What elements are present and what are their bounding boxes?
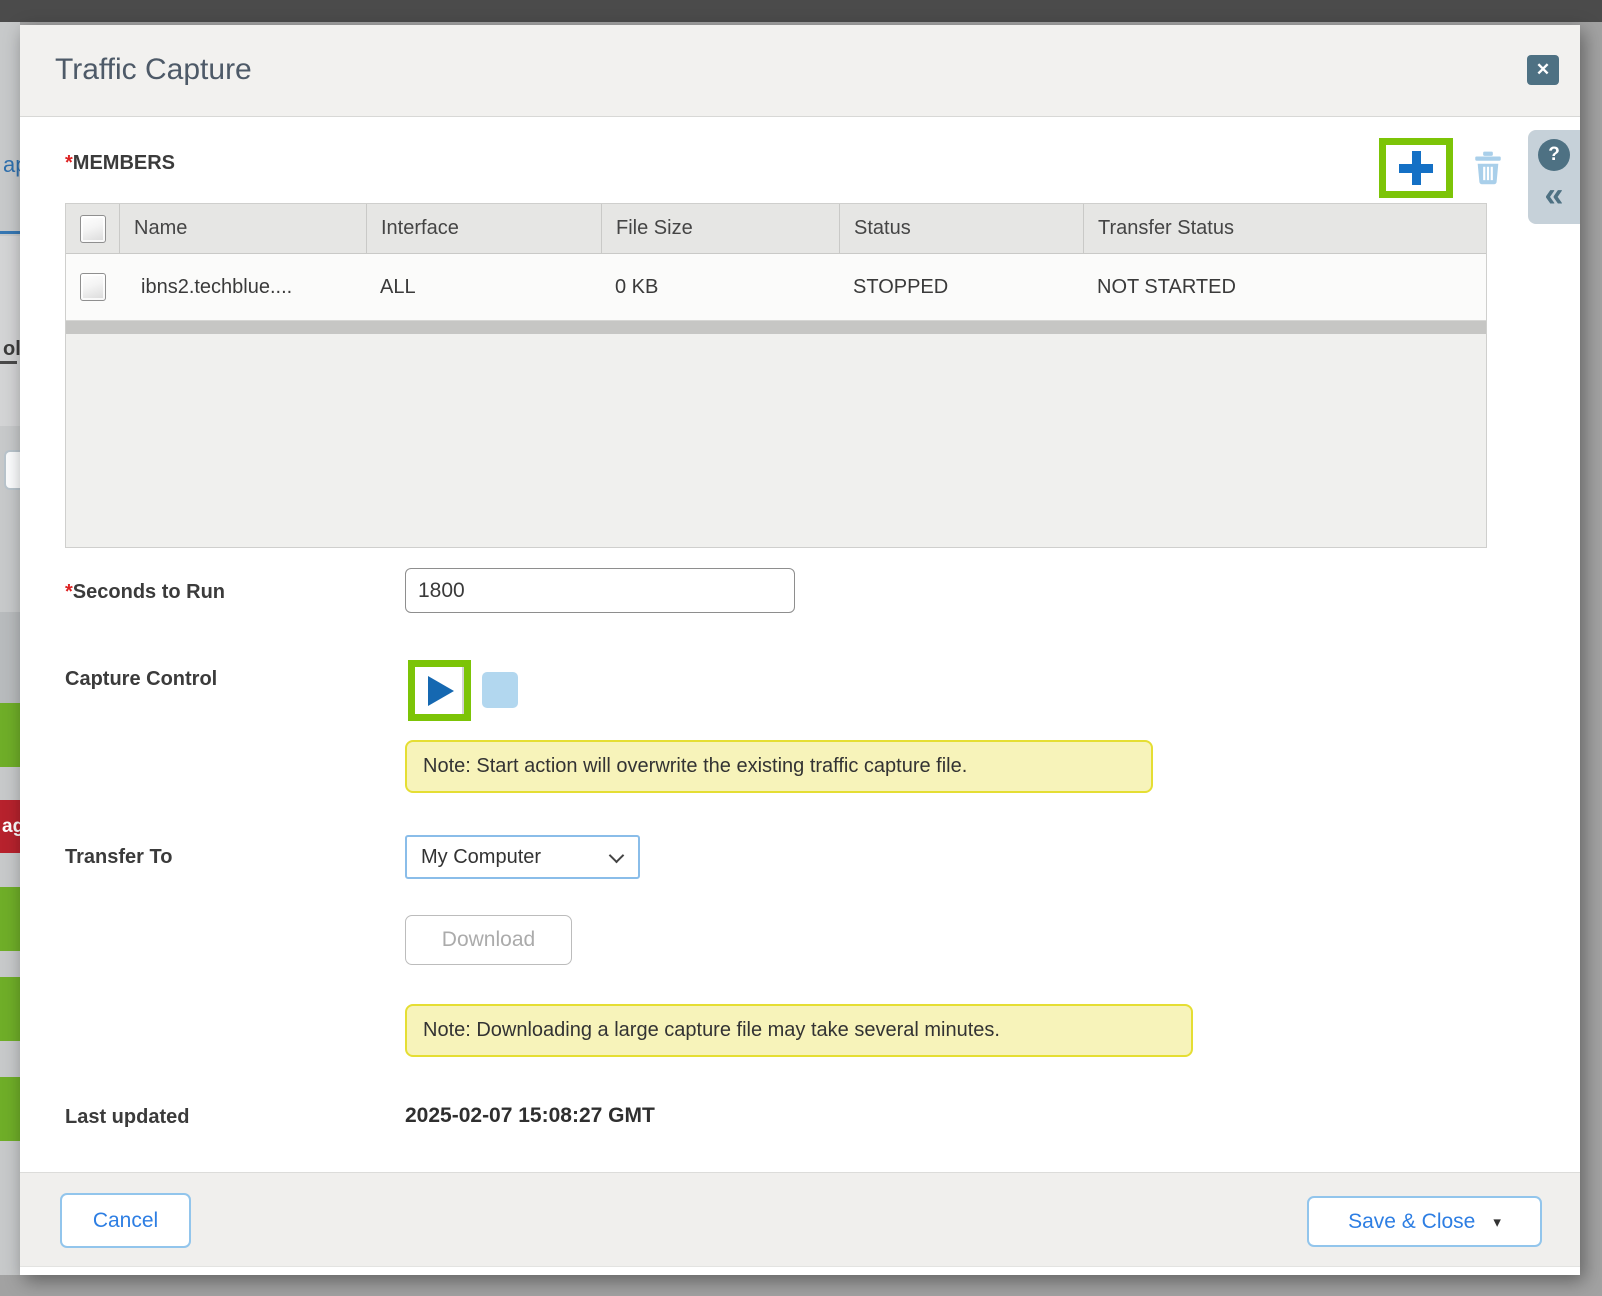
background-tab-fragment: ol [0,338,17,364]
background-status-bar-green [0,887,20,951]
cell-file-size: 0 KB [601,254,839,320]
row-checkbox[interactable] [80,273,106,301]
collapse-icon[interactable]: « [1538,176,1570,214]
download-note: Note: Downloading a large capture file m… [405,1004,1193,1057]
table-row[interactable]: ibns2.techblue.... ALL 0 KB STOPPED NOT … [66,254,1486,320]
play-icon [428,676,454,706]
members-label: *MEMBERS [65,152,175,175]
last-updated-label: Last updated [65,1106,189,1129]
background-panel-fragment [0,236,20,426]
download-button[interactable]: Download [405,915,572,965]
background-status-bar-green [0,1077,20,1141]
column-header-name: Name [119,204,366,253]
background-link-fragment: ap [0,152,20,178]
dialog-footer: Cancel Save & Close ▾ [20,1172,1580,1267]
seconds-to-run-label-text: Seconds to Run [73,581,225,603]
table-header-row: Name Interface File Size Status Transfer… [66,204,1486,254]
column-header-status: Status [839,204,1083,253]
required-marker: * [65,581,73,603]
cell-interface: ALL [366,254,601,320]
dialog-side-tab: ? « [1528,130,1580,224]
background-band-fragment [0,612,20,704]
members-table: Name Interface File Size Status Transfer… [65,203,1487,548]
transfer-to-selected-value: My Computer [407,837,638,877]
save-close-button[interactable]: Save & Close ▾ [1307,1196,1542,1247]
add-member-button[interactable] [1386,145,1446,191]
play-button-highlight [408,660,471,721]
seconds-to-run-label: *Seconds to Run [65,581,225,604]
background-top-bar [0,0,1602,22]
select-all-cell [66,204,119,253]
help-icon[interactable]: ? [1538,139,1570,171]
dialog-header: Traffic Capture ✕ [20,25,1580,117]
background-status-bar-green [0,977,20,1041]
horizontal-scrollbar[interactable] [66,320,1486,334]
dialog-title: Traffic Capture [55,25,252,115]
column-header-transfer-status: Transfer Status [1083,204,1486,253]
close-icon[interactable]: ✕ [1527,55,1559,85]
add-button-highlight [1379,138,1453,198]
select-all-checkbox[interactable] [80,215,106,243]
cell-transfer-status: NOT STARTED [1083,254,1486,320]
caret-down-icon: ▾ [1493,1213,1501,1231]
background-status-bar-green [0,703,20,767]
required-marker: * [65,152,73,174]
cell-name: ibns2.techblue.... [119,254,366,320]
members-label-text: MEMBERS [73,152,175,174]
plus-icon [1399,151,1433,185]
trash-icon [1473,151,1503,185]
cell-status: STOPPED [839,254,1083,320]
background-status-bar-red: ag [0,800,20,853]
column-header-file-size: File Size [601,204,839,253]
capture-control-label: Capture Control [65,668,217,691]
transfer-to-label: Transfer To [65,846,172,869]
column-header-interface: Interface [366,204,601,253]
background-button-fragment [4,450,20,490]
screen: ap ol ag Traffic Capture ✕ *MEMBERS [0,0,1602,1296]
traffic-capture-dialog: Traffic Capture ✕ *MEMBERS [20,25,1580,1275]
start-note: Note: Start action will overwrite the ex… [405,740,1153,793]
row-checkbox-cell [66,273,119,301]
cancel-button[interactable]: Cancel [60,1193,191,1248]
save-close-label: Save & Close [1348,1210,1475,1234]
background-divider-fragment [0,231,20,234]
background-page-strip: ap ol ag [0,22,20,1275]
delete-member-button[interactable] [1472,151,1504,187]
last-updated-value: 2025-02-07 15:08:27 GMT [405,1104,655,1128]
seconds-to-run-input[interactable] [405,568,795,613]
transfer-to-select[interactable]: My Computer [405,835,640,879]
stop-capture-button[interactable] [482,672,518,708]
start-capture-button[interactable] [415,667,464,714]
